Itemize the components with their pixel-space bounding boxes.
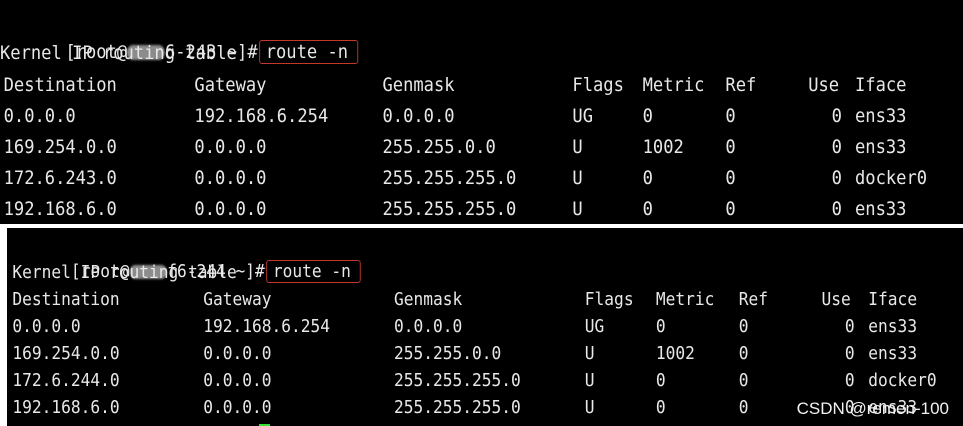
cell-metric: 0: [642, 198, 653, 220]
header-use: Use: [808, 74, 840, 96]
cell-metric: 0: [642, 105, 653, 127]
cell-gateway: 0.0.0.0: [203, 397, 272, 418]
table-row: 192.168.6.0 0.0.0.0 255.255.255.0 U 0 0 0 ens33: [7, 394, 917, 421]
cell-ref: 0: [725, 136, 736, 158]
table-header-row: Destination Gateway Genmask Flags Metric…: [7, 286, 917, 313]
cell-flags: UG: [572, 105, 594, 127]
cell-destination: 192.168.6.0: [3, 198, 117, 220]
cell-gateway: 0.0.0.0: [194, 167, 267, 189]
cell-metric: 0: [642, 167, 653, 189]
header-metric: Metric: [655, 289, 715, 310]
cell-flags: U: [584, 397, 595, 418]
cell-genmask: 255.255.255.0: [394, 370, 521, 391]
header-metric: Metric: [642, 74, 705, 96]
cell-gateway: 0.0.0.0: [203, 343, 272, 364]
cell-genmask: 0.0.0.0: [382, 105, 455, 127]
cell-flags: U: [572, 136, 583, 158]
cell-ref: 0: [738, 343, 749, 364]
header-gateway: Gateway: [194, 74, 267, 96]
terminal-window-top[interactable]: [root@ 6-243 ~]# route -n Kernel IP routin…: [0, 0, 963, 224]
header-genmask: Genmask: [394, 289, 463, 310]
cell-metric: 1002: [655, 343, 695, 364]
cell-genmask: 255.255.255.0: [382, 198, 517, 220]
cell-iface: ens33: [855, 198, 907, 220]
header-iface: Iface: [855, 74, 907, 96]
table-row: 169.254.0.0 0.0.0.0 255.255.0.0 U 1002 0 0 ens3…: [0, 132, 907, 163]
table-row: 172.6.244.0 0.0.0.0 255.255.255.0 U 0 0 0 docke…: [7, 367, 936, 394]
header-ref: Ref: [738, 289, 768, 310]
cell-ref: 0: [725, 167, 736, 189]
cell-use: 0: [844, 370, 855, 391]
header-flags: Flags: [572, 74, 624, 96]
table-row: 192.168.6.0 0.0.0.0 255.255.255.0 U 0 0 0 ens33: [0, 194, 907, 224]
table-row: 0.0.0.0 192.168.6.254 0.0.0.0 UG 0 0 0 ens33: [0, 101, 907, 132]
cell-iface: docker0: [855, 167, 928, 189]
cell-ref: 0: [738, 316, 749, 337]
cell-genmask: 0.0.0.0: [394, 316, 463, 337]
cell-destination: 172.6.244.0: [12, 370, 120, 391]
cell-genmask: 255.255.255.0: [382, 167, 517, 189]
header-use: Use: [821, 289, 851, 310]
cell-use: 0: [831, 167, 842, 189]
table-title: Kernel IP routing table: [7, 259, 867, 286]
cell-use: 0: [844, 343, 855, 364]
prompt-line: [root@ 6-243 ~]# route -n: [0, 6, 867, 64]
cell-destination: 192.168.6.0: [12, 397, 120, 418]
header-iface: Iface: [868, 289, 918, 310]
cell-use: 0: [831, 198, 842, 220]
header-destination: Destination: [3, 74, 117, 96]
cell-metric: 0: [655, 370, 666, 391]
header-genmask: Genmask: [382, 74, 455, 96]
cell-flags: U: [572, 167, 583, 189]
cell-iface: ens33: [855, 105, 907, 127]
header-gateway: Gateway: [203, 289, 272, 310]
cell-gateway: 192.168.6.254: [203, 316, 331, 337]
cell-gateway: 0.0.0.0: [194, 136, 267, 158]
cell-ref: 0: [738, 370, 749, 391]
cell-gateway: 0.0.0.0: [194, 198, 267, 220]
cell-destination: 169.254.0.0: [12, 343, 120, 364]
table-title: Kernel IP routing table: [0, 42, 237, 64]
cell-use: 0: [831, 105, 842, 127]
cell-flags: U: [584, 370, 595, 391]
cell-metric: 1002: [642, 136, 684, 158]
table-row: 169.254.0.0 0.0.0.0 255.255.0.0 U 1002 0 0 ens3…: [7, 340, 917, 367]
cell-flags: UG: [584, 316, 605, 337]
cell-gateway: 0.0.0.0: [203, 370, 272, 391]
cell-flags: U: [584, 343, 595, 364]
cell-metric: 0: [655, 397, 666, 418]
cell-iface: ens33: [868, 316, 918, 337]
cell-iface: ens33: [855, 136, 907, 158]
table-header-row: Destination Gateway Genmask Flags Metric…: [0, 70, 907, 101]
cell-destination: 172.6.243.0: [3, 167, 117, 189]
cell-ref: 0: [725, 105, 736, 127]
watermark: CSDN @remen-100: [796, 399, 949, 418]
cell-destination: 169.254.0.0: [3, 136, 117, 158]
cell-destination: 0.0.0.0: [12, 316, 81, 337]
cell-ref: 0: [738, 397, 749, 418]
cell-gateway: 192.168.6.254: [194, 105, 329, 127]
terminal-window-bottom[interactable]: [root@ f6-244 ~]# route -n Kernel IP routi…: [7, 228, 963, 426]
cell-flags: U: [572, 198, 583, 220]
cell-iface: ens33: [868, 343, 918, 364]
cell-genmask: 255.255.255.0: [394, 397, 521, 418]
header-ref: Ref: [725, 74, 757, 96]
cell-genmask: 255.255.0.0: [382, 136, 496, 158]
table-row: 0.0.0.0 192.168.6.254 0.0.0.0 UG 0 0 0 ens33: [7, 313, 917, 340]
cell-metric: 0: [655, 316, 666, 337]
cell-iface: docker0: [868, 370, 937, 391]
cell-use: 0: [844, 316, 855, 337]
table-title-text: Kernel IP routing table: [12, 262, 237, 283]
cell-use: 0: [831, 136, 842, 158]
cell-ref: 0: [725, 198, 736, 220]
header-destination: Destination: [12, 289, 120, 310]
table-row: 172.6.243.0 0.0.0.0 255.255.255.0 U 0 0 0 docke…: [0, 163, 927, 194]
prompt-line: [root@ f6-244 ~]# route -n: [7, 231, 867, 283]
cell-genmask: 255.255.0.0: [394, 343, 502, 364]
header-flags: Flags: [584, 289, 634, 310]
cell-destination: 0.0.0.0: [3, 105, 76, 127]
